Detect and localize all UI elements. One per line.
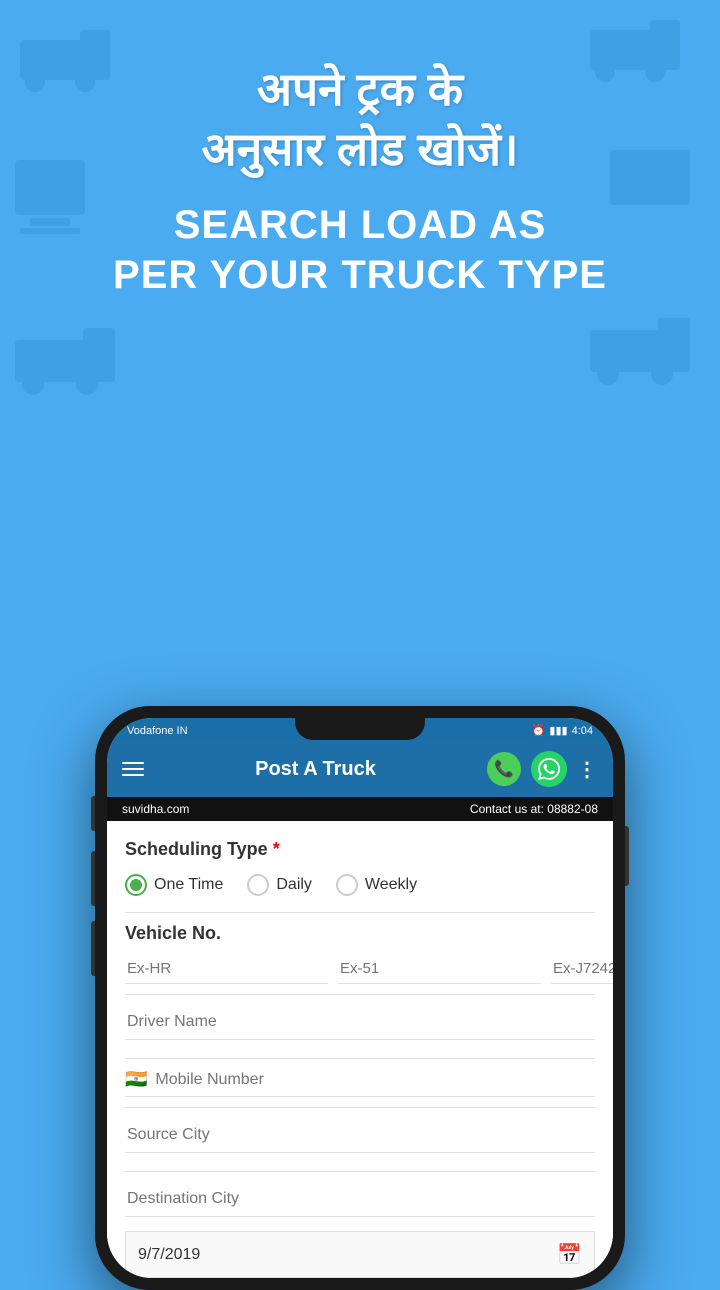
india-flag-icon: 🇮🇳 xyxy=(125,1069,147,1090)
battery-icon: ▮▮▮ xyxy=(549,724,567,737)
radio-weekly[interactable]: Weekly xyxy=(336,874,417,896)
vehicle-part-1-input[interactable] xyxy=(125,954,328,984)
radio-one-time-label: One Time xyxy=(154,876,223,894)
calendar-icon: 📅 xyxy=(557,1242,582,1267)
call-button[interactable]: 📞 xyxy=(487,752,521,786)
mute-button xyxy=(91,796,95,831)
divider-3 xyxy=(125,1058,595,1059)
vehicle-no-label: Vehicle No. xyxy=(125,923,595,944)
divider-1 xyxy=(125,912,595,913)
required-indicator: * xyxy=(273,839,280,859)
radio-daily-indicator xyxy=(247,874,269,896)
divider-2 xyxy=(125,994,595,995)
vehicle-no-section: Vehicle No. xyxy=(125,923,595,984)
volume-down-button xyxy=(91,921,95,976)
destination-city-input[interactable] xyxy=(125,1182,595,1217)
mobile-number-input[interactable] xyxy=(155,1071,595,1089)
date-value-text: 9/7/2019 xyxy=(138,1246,200,1264)
scheduling-radio-group: One Time Daily Weekly xyxy=(125,874,595,896)
app-header: Post A Truck 📞 ⋮ xyxy=(107,741,613,797)
whatsapp-button[interactable] xyxy=(531,751,567,787)
date-picker[interactable]: 9/7/2019 📅 xyxy=(125,1231,595,1278)
carrier-text: Vodafone IN xyxy=(127,725,188,737)
divider-4 xyxy=(125,1107,595,1108)
radio-weekly-indicator xyxy=(336,874,358,896)
radio-one-time[interactable]: One Time xyxy=(125,874,223,896)
radio-daily-label: Daily xyxy=(276,876,312,894)
power-button xyxy=(625,826,629,886)
contact-text: Contact us at: 08882-08 xyxy=(470,802,598,816)
scheduling-type-section: Scheduling Type * One Time Daily xyxy=(125,839,595,896)
english-title: SEARCH LOAD AS PER YOUR TRUCK TYPE xyxy=(40,200,680,300)
mobile-input-wrapper: 🇮🇳 xyxy=(125,1069,595,1097)
website-text: suvidha.com xyxy=(122,802,189,816)
header-icons: 📞 ⋮ xyxy=(487,751,598,787)
status-right: ⏰ ▮▮▮ 4:04 xyxy=(532,724,593,737)
contact-bar: suvidha.com Contact us at: 08882-08 xyxy=(107,797,613,821)
vehicle-part-3-input[interactable] xyxy=(551,954,613,984)
driver-name-input[interactable] xyxy=(125,1005,595,1040)
app-title: Post A Truck xyxy=(156,758,475,781)
time-text: 4:04 xyxy=(572,725,593,737)
radio-one-time-indicator xyxy=(125,874,147,896)
divider-5 xyxy=(125,1171,595,1172)
radio-daily[interactable]: Daily xyxy=(247,874,312,896)
alarm-icon: ⏰ xyxy=(532,724,546,737)
hindi-title: अपने ट्रक के अनुसार लोड खोजें। xyxy=(40,60,680,180)
form-area: Scheduling Type * One Time Daily xyxy=(107,821,613,1278)
vehicle-inputs xyxy=(125,954,595,984)
scheduling-type-label: Scheduling Type * xyxy=(125,839,595,860)
vehicle-part-2-input[interactable] xyxy=(338,954,541,984)
more-options-button[interactable]: ⋮ xyxy=(577,757,598,782)
menu-button[interactable] xyxy=(122,762,144,776)
phone-notch xyxy=(295,718,425,740)
radio-weekly-label: Weekly xyxy=(365,876,417,894)
source-city-input[interactable] xyxy=(125,1118,595,1153)
volume-up-button xyxy=(91,851,95,906)
